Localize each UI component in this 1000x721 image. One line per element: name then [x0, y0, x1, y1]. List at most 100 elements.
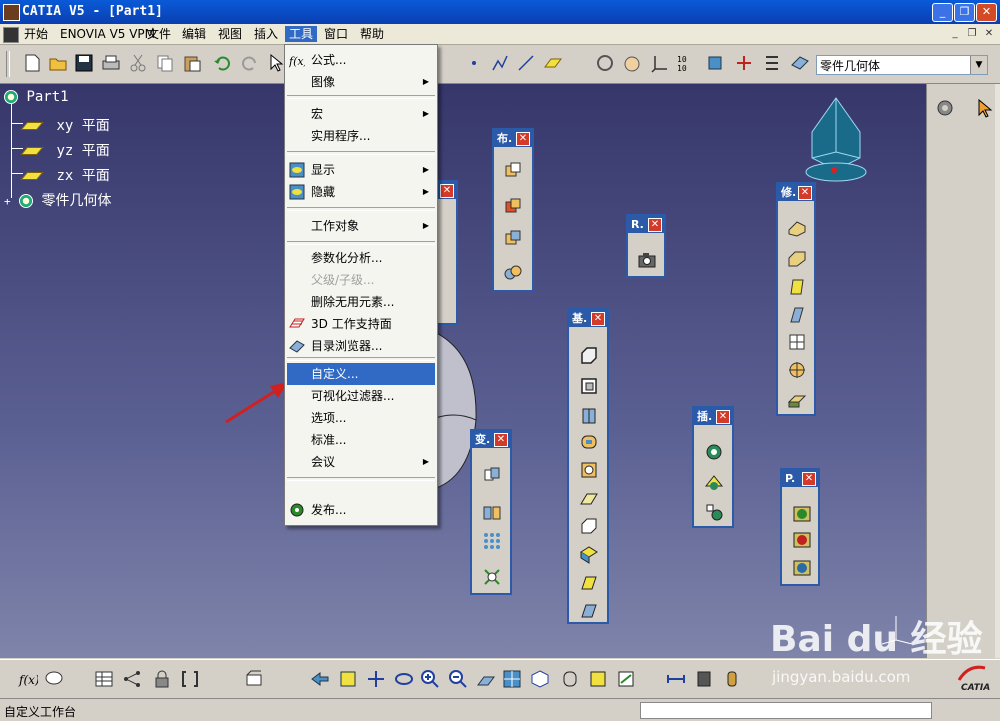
chamfer-icon[interactable] [787, 248, 807, 268]
menu-item[interactable]: 发布... [287, 499, 435, 521]
menu-tools[interactable]: 工具 [285, 26, 318, 42]
command-input[interactable] [640, 702, 932, 719]
app-icon[interactable] [3, 4, 20, 21]
part-body-icon[interactable] [790, 53, 810, 73]
close-icon[interactable]: ✕ [591, 312, 605, 326]
tree-item-xy-plane[interactable]: xy 平面 [20, 115, 110, 135]
menu-item[interactable]: 标准... [287, 429, 435, 451]
groove-icon[interactable] [579, 432, 599, 452]
multi-view-icon[interactable] [502, 669, 522, 689]
menu-file[interactable]: 文件 [143, 26, 175, 42]
open-icon[interactable] [48, 53, 68, 73]
copy-icon[interactable] [155, 53, 175, 73]
close-icon[interactable]: ✕ [802, 472, 816, 486]
save-icon[interactable] [74, 53, 94, 73]
grid-10-icon[interactable]: 1010 [676, 53, 696, 73]
remove-face-icon[interactable] [787, 390, 807, 410]
menu-help[interactable]: 帮助 [356, 26, 388, 42]
doc-icon[interactable] [3, 27, 19, 43]
workbench-gear-icon[interactable] [935, 98, 955, 118]
close-icon[interactable]: ✕ [798, 186, 812, 200]
mdi-close-button[interactable]: ✕ [982, 27, 996, 40]
apply-material-icon[interactable] [792, 504, 812, 524]
minimize-button[interactable]: _ [932, 3, 953, 22]
cylinder-icon[interactable] [705, 53, 725, 73]
shaft-icon[interactable] [579, 406, 599, 426]
close-icon[interactable]: ✕ [516, 132, 530, 146]
menu-item[interactable]: 会议 ▶ [287, 451, 435, 473]
current-body-combo[interactable]: 零件几何体 ▼ [816, 55, 988, 75]
swap-space-icon[interactable] [616, 669, 636, 689]
menu-item[interactable]: 3D 工作支持面 [287, 313, 435, 335]
hand-icon[interactable] [622, 53, 642, 73]
pad-icon[interactable] [579, 346, 599, 366]
menu-insert[interactable]: 插入 [250, 26, 282, 42]
tree-item-zx-plane[interactable]: zx 平面 [20, 165, 110, 185]
menu-window[interactable]: 窗口 [320, 26, 352, 42]
boolean-assemble-icon[interactable] [503, 160, 523, 180]
shading-icon[interactable] [560, 669, 580, 689]
expand-plus-icon[interactable]: + [4, 195, 11, 208]
draft-icon[interactable] [787, 276, 807, 296]
scaling-icon[interactable] [482, 567, 502, 587]
menu-item[interactable]: f(x) 公式... [287, 49, 435, 71]
material-red-icon[interactable] [792, 530, 812, 550]
bracket-icon[interactable] [180, 669, 200, 689]
print-icon[interactable] [101, 53, 121, 73]
insert-body-icon[interactable] [704, 442, 724, 462]
shell-icon[interactable] [787, 304, 807, 324]
compass[interactable] [800, 92, 872, 188]
select-arrow-icon[interactable] [266, 53, 286, 73]
update-icon[interactable] [595, 53, 615, 73]
mirror-icon[interactable] [482, 503, 502, 523]
pan-icon[interactable] [366, 669, 386, 689]
pattern-icon[interactable] [482, 531, 502, 551]
close-icon[interactable]: ✕ [716, 410, 730, 424]
redo-icon[interactable] [240, 53, 260, 73]
knowledge-advisor-icon[interactable] [44, 669, 64, 689]
measure-inertia-icon[interactable] [722, 669, 742, 689]
slot-icon[interactable] [579, 516, 599, 536]
fillet-icon[interactable] [787, 218, 807, 238]
translation-icon[interactable] [482, 465, 502, 485]
chevron-down-icon[interactable]: ▼ [970, 56, 987, 74]
table-icon[interactable] [94, 669, 114, 689]
boolean-add-icon[interactable] [503, 196, 523, 216]
vertical-scrollbar[interactable] [995, 84, 1000, 658]
point-icon[interactable] [464, 53, 484, 73]
menu-item[interactable]: 目录浏览器... [287, 335, 435, 357]
tree-graph-icon[interactable] [122, 669, 142, 689]
close-icon[interactable]: ✕ [494, 433, 508, 447]
fly-icon[interactable] [310, 669, 330, 689]
tree-root[interactable]: Part1 [4, 89, 69, 105]
thread-icon[interactable] [787, 360, 807, 380]
menu-item[interactable]: 自定义... [287, 363, 435, 385]
union-trim-icon[interactable] [503, 262, 523, 282]
measure-between-icon[interactable] [666, 669, 686, 689]
mdi-restore-button[interactable]: ❐ [965, 27, 979, 40]
iso-view-icon[interactable] [530, 669, 550, 689]
thickness-icon[interactable] [787, 332, 807, 352]
menu-item[interactable]: 工作对象 ▶ [287, 215, 435, 237]
measure-item-icon[interactable] [694, 669, 714, 689]
menu-item[interactable]: 参数化分析... [287, 247, 435, 269]
normal-view-icon[interactable] [476, 669, 496, 689]
paste-icon[interactable] [182, 53, 202, 73]
mdi-minimize-button[interactable]: _ [948, 27, 962, 40]
select-arrow-icon[interactable] [975, 98, 995, 118]
zoom-out-icon[interactable] [448, 669, 468, 689]
material-library-icon[interactable] [792, 558, 812, 578]
new-icon[interactable] [22, 53, 42, 73]
close-button[interactable]: ✕ [976, 3, 997, 22]
constraint-icon[interactable] [734, 53, 754, 73]
close-icon[interactable]: ✕ [648, 218, 662, 232]
boolean-remove-icon[interactable] [503, 228, 523, 248]
camera-icon[interactable] [637, 250, 657, 270]
line-icon[interactable] [516, 53, 536, 73]
list-icon[interactable] [762, 53, 782, 73]
menu-item[interactable]: 隐藏 ▶ [287, 181, 435, 203]
menu-item[interactable]: 实用程序... [287, 125, 435, 147]
stiffener-icon[interactable] [579, 544, 599, 564]
insert-geometry-set-icon[interactable] [704, 502, 724, 522]
tree-item-part-body[interactable]: + 零件几何体 [4, 190, 112, 210]
